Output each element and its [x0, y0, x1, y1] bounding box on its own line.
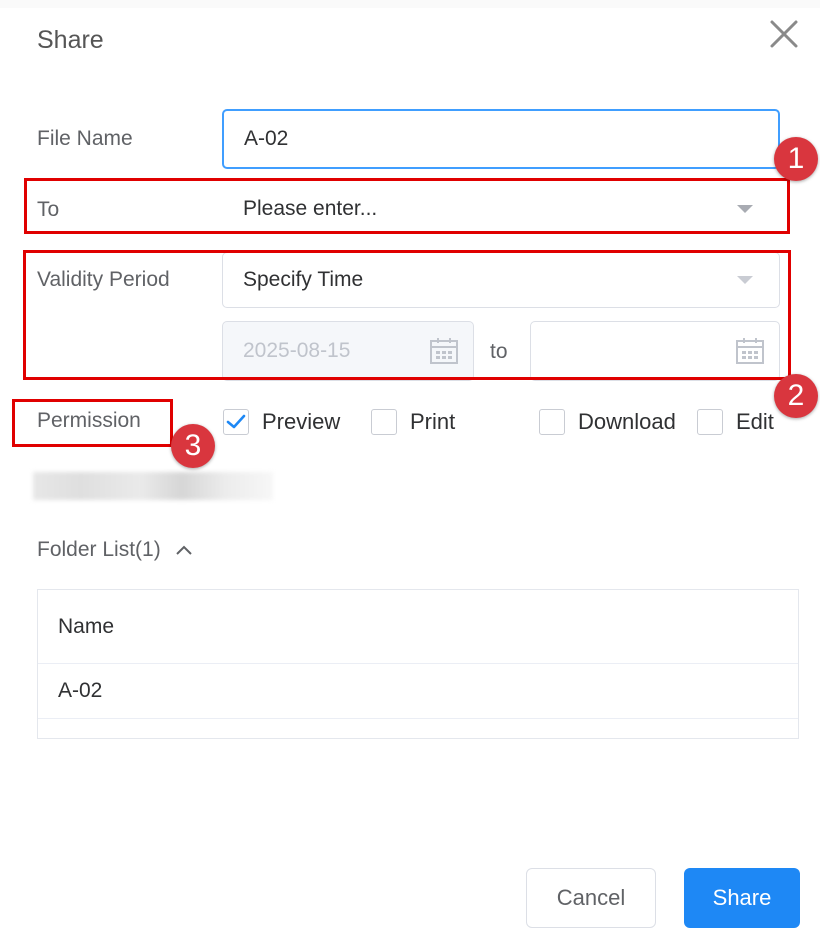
permission-edit-checkbox[interactable]: Edit	[697, 409, 774, 435]
validity-period-label: Validity Period	[37, 268, 170, 291]
table-row[interactable]: A-02	[38, 664, 798, 719]
checkbox-box	[371, 409, 397, 435]
chevron-up-icon	[175, 545, 192, 555]
checkbox-box	[223, 409, 249, 435]
checkbox-box	[539, 409, 565, 435]
cancel-button[interactable]: Cancel	[526, 868, 656, 928]
validity-period-select[interactable]: Specify Time	[222, 252, 780, 308]
to-label: To	[37, 198, 60, 221]
table-header-name: Name	[38, 590, 798, 664]
calendar-icon	[736, 338, 764, 364]
close-icon[interactable]	[766, 16, 802, 52]
folder-list-toggle[interactable]: Folder List(1)	[37, 538, 193, 562]
permission-print-checkbox[interactable]: Print	[371, 409, 455, 435]
end-date-input[interactable]	[530, 321, 780, 381]
start-date-value: 2025-08-15	[243, 339, 351, 362]
dialog-title: Share	[37, 26, 104, 54]
chevron-down-icon	[737, 276, 753, 284]
start-date-input[interactable]: 2025-08-15	[222, 321, 474, 381]
folder-table: Name A-02	[37, 589, 799, 739]
file-name-value: A-02	[244, 127, 289, 150]
validity-period-value: Specify Time	[243, 268, 364, 291]
redacted-text	[33, 472, 273, 500]
folder-list-label: Folder List(1)	[37, 538, 161, 561]
permission-preview-checkbox[interactable]: Preview	[223, 409, 340, 435]
to-select[interactable]: Please enter...	[222, 181, 780, 237]
date-range-separator: to	[490, 340, 508, 363]
permission-label: Permission	[37, 409, 141, 432]
share-button[interactable]: Share	[684, 868, 800, 928]
file-name-label: File Name	[37, 127, 133, 150]
permission-download-checkbox[interactable]: Download	[539, 409, 676, 435]
top-strip	[0, 0, 820, 8]
file-name-input[interactable]: A-02	[222, 109, 780, 169]
checkbox-box	[697, 409, 723, 435]
check-icon	[226, 414, 246, 429]
chevron-down-icon	[737, 205, 753, 213]
calendar-icon	[430, 338, 458, 364]
to-placeholder: Please enter...	[243, 197, 378, 220]
